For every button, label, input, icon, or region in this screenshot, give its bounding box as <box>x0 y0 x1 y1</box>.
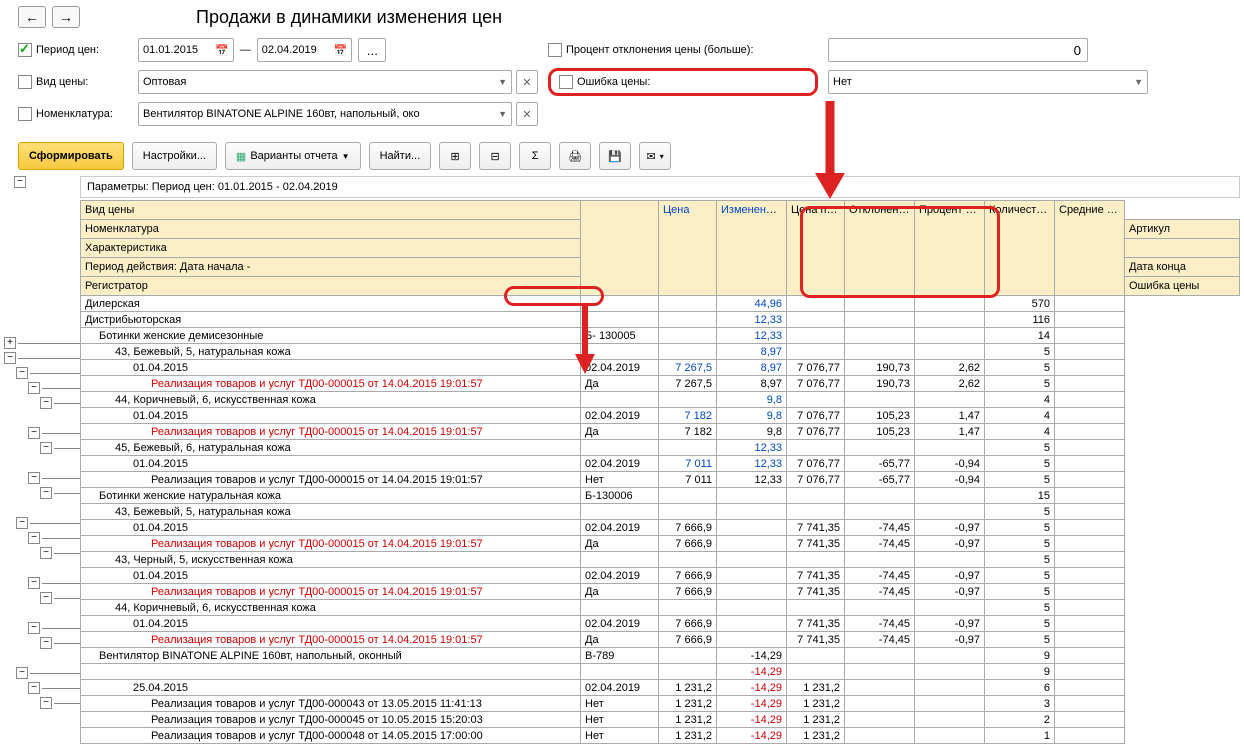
tree-toggle[interactable]: − <box>14 176 26 188</box>
tree-toggle[interactable]: − <box>28 577 40 589</box>
nomenclature-checkbox[interactable] <box>18 107 32 121</box>
table-row[interactable]: Реализация товаров и услуг ТД00-000015 о… <box>81 536 1240 552</box>
tree-toggle[interactable]: − <box>40 637 52 649</box>
price-type-clear-button[interactable]: ✕ <box>516 70 538 94</box>
report-variants-button[interactable]: ▦ Варианты отчета ▼ <box>225 142 361 170</box>
chevron-down-icon: ▼ <box>342 152 350 161</box>
table-row[interactable]: Реализация товаров и услуг ТД00-000043 о… <box>81 696 1240 712</box>
report-table: Вид цены Цена Изменение цены в % Цена пр… <box>80 200 1240 744</box>
table-row[interactable]: Вентилятор BINATONE ALPINE 160вт, наполь… <box>81 648 1240 664</box>
calendar-icon[interactable]: 📅 <box>215 44 229 57</box>
period-ellipsis-button[interactable]: ... <box>358 38 386 62</box>
th-avg: Средние продажи в день <box>1055 201 1125 296</box>
tree-toggle[interactable]: − <box>28 682 40 694</box>
table-row[interactable]: -14,299 <box>81 664 1240 680</box>
nav-back-button[interactable]: ← <box>18 6 46 28</box>
table-row[interactable]: 01.04.201502.04.20197 01112,337 076,77-6… <box>81 456 1240 472</box>
table-row[interactable]: Реализация товаров и услуг ТД00-000045 о… <box>81 712 1240 728</box>
table-row[interactable]: 43, Бежевый, 5, натуральная кожа5 <box>81 504 1240 520</box>
tree-toggle[interactable]: − <box>28 382 40 394</box>
percent-deviation-input[interactable] <box>828 38 1088 62</box>
table-row[interactable]: 01.04.201502.04.20197 1829,87 076,77105,… <box>81 408 1240 424</box>
table-row[interactable]: Дистрибьюторская12,33116 <box>81 312 1240 328</box>
th-sale-price: Цена продажи <box>787 201 845 296</box>
tree-toggle[interactable]: − <box>4 352 16 364</box>
th-price: Цена <box>659 201 717 296</box>
tree-toggle[interactable]: − <box>40 547 52 559</box>
table-row[interactable]: 25.04.201502.04.20191 231,2-14,291 231,2… <box>81 680 1240 696</box>
nomenclature-clear-button[interactable]: ✕ <box>516 102 538 126</box>
save-button[interactable]: 💾 <box>599 142 631 170</box>
tree-toggle[interactable]: − <box>16 667 28 679</box>
tree-toggle[interactable]: − <box>40 487 52 499</box>
table-row[interactable]: 01.04.201502.04.20197 666,97 741,35-74,4… <box>81 520 1240 536</box>
th-qty: Количество продано <box>985 201 1055 296</box>
date-from-input[interactable]: 📅 <box>138 38 234 62</box>
percent-deviation-label: Процент отклонения цены (больше): <box>566 44 754 56</box>
table-row[interactable]: 43, Бежевый, 5, натуральная кожа8,975 <box>81 344 1240 360</box>
table-row[interactable]: Ботинки женские натуральная кожаБ-130006… <box>81 488 1240 504</box>
table-row[interactable]: 44, Коричневый, 6, искусственная кожа5 <box>81 600 1240 616</box>
email-button[interactable]: ✉▾ <box>639 142 671 170</box>
table-row[interactable]: Реализация товаров и услуг ТД00-000048 о… <box>81 728 1240 744</box>
generate-button[interactable]: Сформировать <box>18 142 124 170</box>
price-type-select[interactable]: Оптовая ▼ <box>138 70 512 94</box>
chevron-down-icon[interactable]: ▼ <box>498 109 507 119</box>
period-label: Период цен: <box>36 44 99 56</box>
tree-toggle[interactable]: − <box>28 622 40 634</box>
nomenclature-label: Номенклатура: <box>36 108 113 120</box>
price-error-select[interactable]: Нет ▼ <box>828 70 1148 94</box>
tree-toggle[interactable]: + <box>4 337 16 349</box>
table-row[interactable]: Реализация товаров и услуг ТД00-000015 о… <box>81 584 1240 600</box>
table-row[interactable]: 01.04.201502.04.20197 666,97 741,35-74,4… <box>81 616 1240 632</box>
tree-toggle[interactable]: − <box>16 367 28 379</box>
table-row[interactable]: Реализация товаров и услуг ТД00-000015 о… <box>81 424 1240 440</box>
tree-toggle[interactable]: − <box>40 442 52 454</box>
table-row[interactable]: 45, Бежевый, 6, натуральная кожа12,335 <box>81 440 1240 456</box>
th-price-type: Вид цены <box>81 201 581 220</box>
table-icon: ▦ <box>236 150 246 163</box>
table-row[interactable]: Реализация товаров и услуг ТД00-000015 о… <box>81 376 1240 392</box>
tree-toggle[interactable]: − <box>40 397 52 409</box>
th-change: Изменение цены в % <box>717 201 787 296</box>
calendar-icon[interactable]: 📅 <box>334 44 348 57</box>
chevron-down-icon[interactable]: ▼ <box>1134 77 1143 87</box>
expand-all-button[interactable]: ⊞ <box>439 142 471 170</box>
th-deviation-pct: Процент отклонения цены <box>915 201 985 296</box>
table-row[interactable]: Реализация товаров и услуг ТД00-000015 о… <box>81 472 1240 488</box>
th-deviation: Отклонение цены <box>845 201 915 296</box>
period-checkbox[interactable] <box>18 43 32 57</box>
table-row[interactable]: Ботинки женские демисезонныеБ- 13000512,… <box>81 328 1240 344</box>
price-type-checkbox[interactable] <box>18 75 32 89</box>
price-error-checkbox[interactable] <box>559 75 573 89</box>
tree-toggle[interactable]: − <box>28 532 40 544</box>
params-line: Параметры: Период цен: 01.01.2015 - 02.0… <box>80 176 1240 198</box>
page-title: Продажи в динамики изменения цен <box>196 7 502 28</box>
sum-button[interactable]: Σ <box>519 142 551 170</box>
tree-toggle[interactable]: − <box>40 697 52 709</box>
collapse-all-button[interactable]: ⊟ <box>479 142 511 170</box>
tree-toggle[interactable]: − <box>16 517 28 529</box>
print-button[interactable]: 🖨 <box>559 142 591 170</box>
table-row[interactable]: 01.04.201502.04.20197 666,97 741,35-74,4… <box>81 568 1240 584</box>
chevron-down-icon[interactable]: ▼ <box>498 77 507 87</box>
tree-toggle[interactable]: − <box>28 472 40 484</box>
table-row[interactable]: Дилерская44,96570 <box>81 296 1240 312</box>
percent-deviation-checkbox[interactable] <box>548 43 562 57</box>
nav-forward-button[interactable]: → <box>52 6 80 28</box>
settings-button[interactable]: Настройки... <box>132 142 217 170</box>
table-row[interactable]: 44, Коричневый, 6, искусственная кожа9,8… <box>81 392 1240 408</box>
tree-toggle[interactable]: − <box>28 427 40 439</box>
price-error-label: Ошибка цены: <box>577 76 650 88</box>
table-row[interactable]: Реализация товаров и услуг ТД00-000015 о… <box>81 632 1240 648</box>
tree-toggle[interactable]: − <box>40 592 52 604</box>
date-to-input[interactable]: 📅 <box>257 38 353 62</box>
table-row[interactable]: 43, Черный, 5, искусственная кожа5 <box>81 552 1240 568</box>
price-type-label: Вид цены: <box>36 76 88 88</box>
nomenclature-select[interactable]: Вентилятор BINATONE ALPINE 160вт, наполь… <box>138 102 512 126</box>
find-button[interactable]: Найти... <box>369 142 432 170</box>
table-row[interactable]: 01.04.201502.04.20197 267,58,977 076,771… <box>81 360 1240 376</box>
